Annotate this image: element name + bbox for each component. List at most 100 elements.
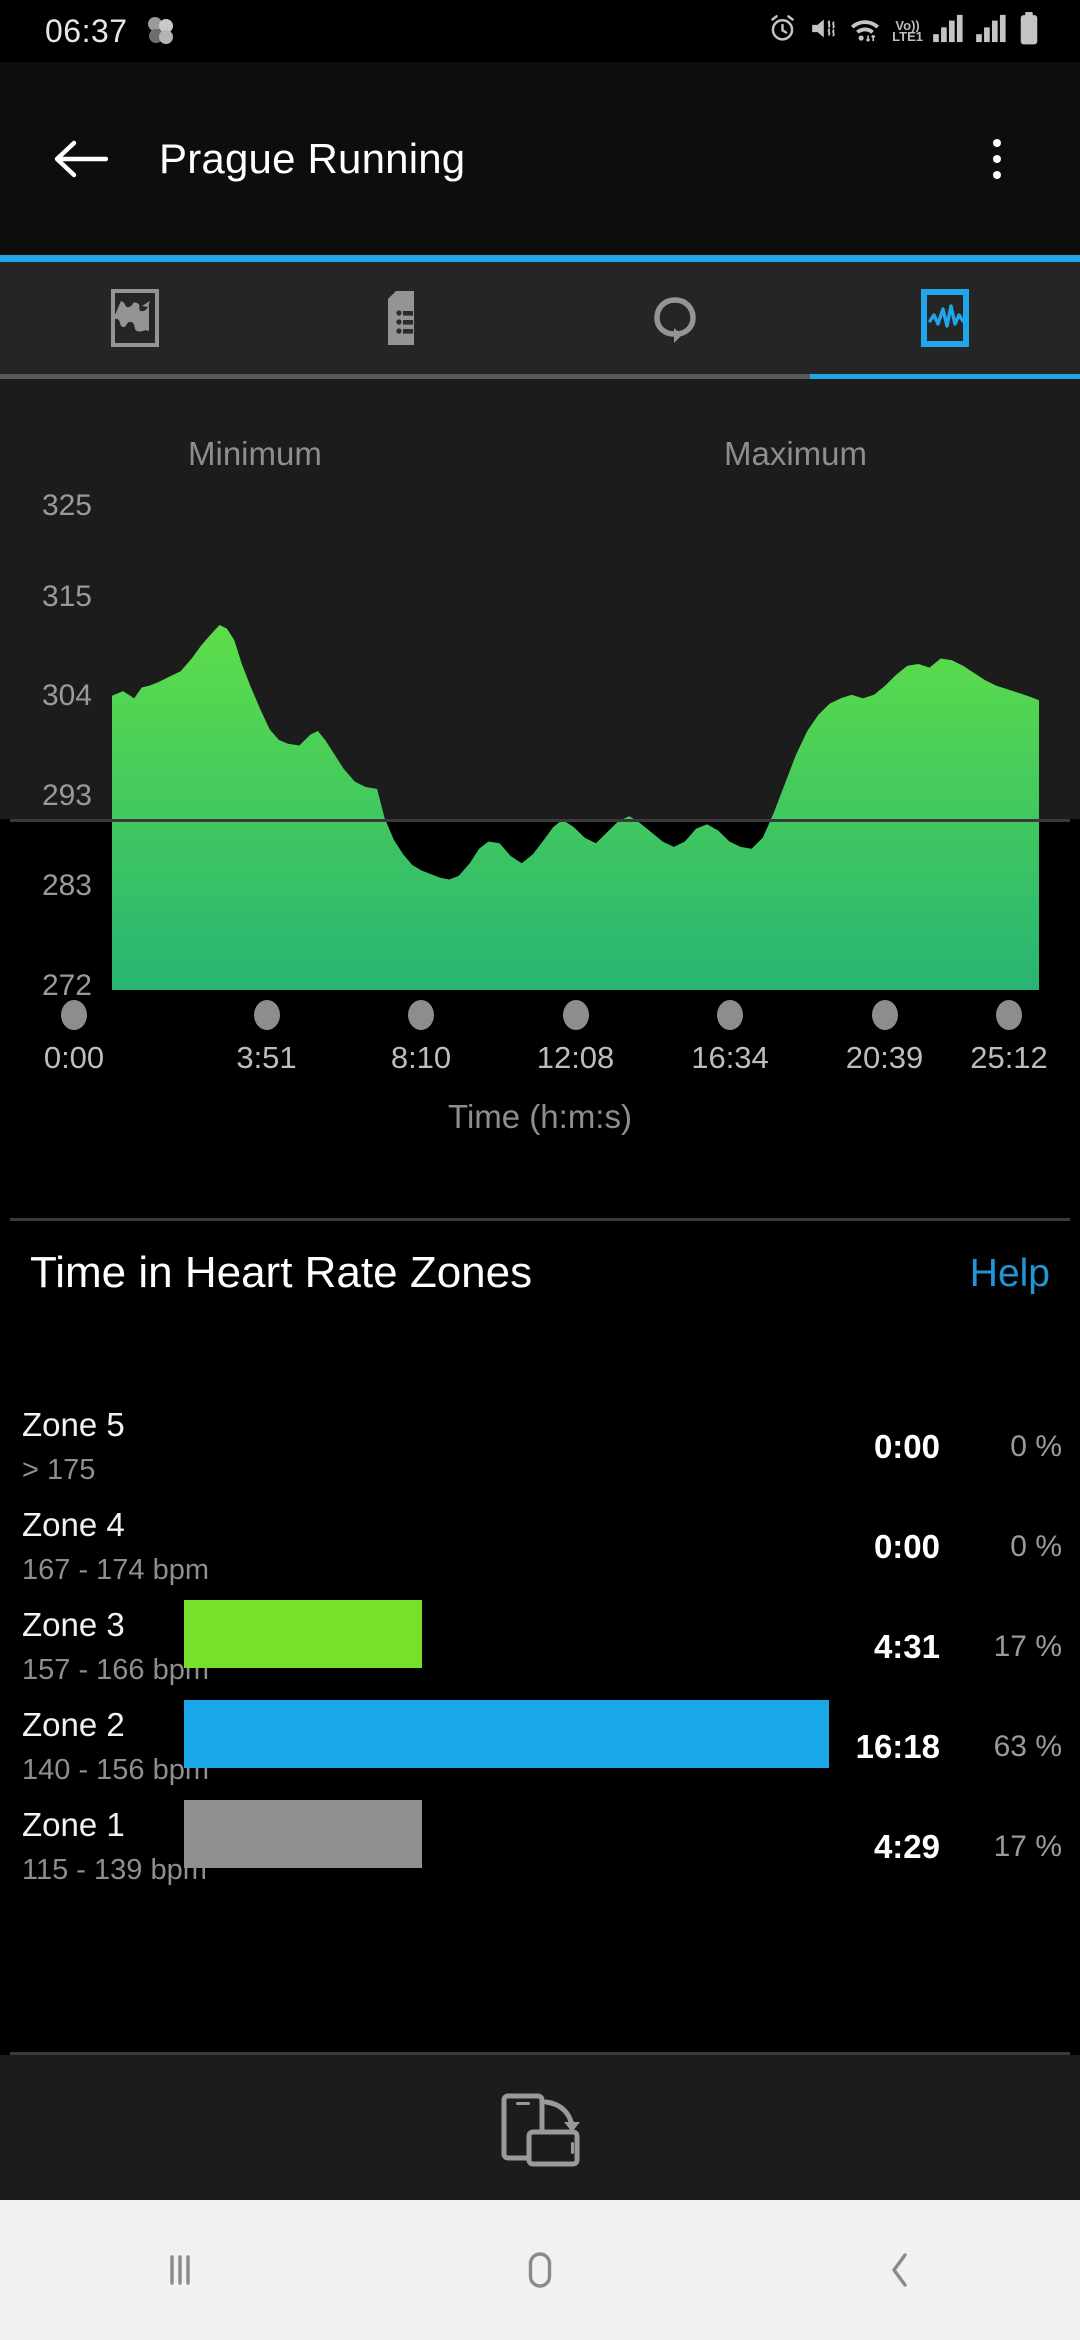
signal-bars-sim2-icon: [975, 13, 1009, 49]
overflow-menu-icon[interactable]: [969, 124, 1025, 194]
x-tick-dot: [253, 1000, 280, 1030]
zone-range: 140 - 156 bpm: [22, 1754, 210, 1786]
zone-bar: [184, 1800, 422, 1868]
document-list-icon: [388, 291, 414, 345]
elevation-area-chart[interactable]: [112, 510, 1039, 990]
zone-row: Zone 5 > 175 0:00 0 %: [0, 1400, 1080, 1500]
zone-range: 167 - 174 bpm: [22, 1554, 210, 1586]
zone-percent: 17 %: [993, 1630, 1062, 1663]
zone-name: Zone 5: [22, 1406, 125, 1443]
volte-bottom-label: LTE1: [892, 29, 923, 44]
nav-back-icon: [892, 2253, 907, 2287]
home-icon: [528, 2252, 552, 2288]
zones-header: Time in Heart Rate Zones Help: [0, 1248, 1080, 1338]
rotate-screen-icon: [501, 2093, 580, 2166]
zone-name: Zone 4: [22, 1506, 125, 1543]
y-tick-label: 325: [41, 489, 92, 522]
x-tick-label: 8:10: [390, 1040, 452, 1075]
signal-bars-sim1-icon: [932, 13, 966, 49]
zone-time: 0:00: [873, 1528, 940, 1565]
zone-name: Zone 2: [22, 1706, 125, 1743]
back-arrow-icon[interactable]: [48, 127, 112, 191]
maximum-label: Maximum: [724, 435, 868, 472]
x-tick-dot: [871, 1000, 898, 1030]
appbar-accent-line: [0, 255, 1080, 262]
tab-map[interactable]: [0, 262, 270, 374]
chart-minmax-header: Minimum Maximum: [0, 435, 1080, 485]
tab-details[interactable]: [270, 262, 540, 374]
x-tick-dot: [408, 1000, 434, 1030]
overflow-dot: [993, 170, 1001, 179]
zone-time: 0:00: [873, 1428, 940, 1465]
tab-graphs[interactable]: [810, 262, 1080, 374]
x-tick-label: 12:08: [536, 1040, 615, 1075]
tab-laps[interactable]: [540, 262, 810, 374]
zone-bar: [184, 1600, 422, 1668]
minimum-label: Minimum: [188, 435, 322, 472]
zone-row: Zone 4 167 - 174 bpm 0:00 0 %: [0, 1500, 1080, 1600]
help-link[interactable]: Help: [970, 1252, 1050, 1296]
page-title: Prague Running: [159, 134, 466, 182]
rotate-screen-bar[interactable]: [0, 2055, 1080, 2200]
y-tick-label: 272: [41, 969, 92, 1002]
overflow-dot: [993, 138, 1001, 147]
status-time: 06:37: [45, 12, 128, 49]
zones-section-top-divider: [10, 1218, 1070, 1221]
x-tick-dot: [61, 1000, 87, 1030]
app-cluster-icon: [142, 13, 178, 49]
zone-name: Zone 1: [22, 1806, 125, 1843]
status-bar: 06:37 Vo)) LTE1: [0, 0, 1080, 62]
zone-range: > 175: [22, 1454, 96, 1486]
wifi-icon: [847, 13, 883, 49]
chart-x-axis-title: Time (h:m:s): [448, 1098, 632, 1135]
chart-x-axis-ticks: [0, 1000, 1080, 1040]
zone-bar: [184, 1700, 829, 1768]
zone-row: Zone 1 115 - 139 bpm 4:29 17 %: [0, 1800, 1080, 1900]
zone-percent: 63 %: [993, 1730, 1062, 1763]
x-tick-dot: [717, 1000, 743, 1030]
x-tick-label: 20:39: [845, 1040, 924, 1075]
home-button[interactable]: [360, 2243, 720, 2297]
y-tick-label: 304: [41, 679, 92, 713]
heart-rate-zone-list: Zone 5 > 175 0:00 0 % Zone 4 167 - 174 bpm 0:0…: [0, 1400, 1080, 1900]
x-tick-dot: [562, 1000, 589, 1030]
zone-percent: 17 %: [993, 1830, 1062, 1863]
status-right-icons: Vo)) LTE1: [767, 12, 1040, 50]
x-tick-label: 16:34: [691, 1040, 769, 1075]
zone-time: 4:31: [873, 1628, 940, 1665]
x-tick-label: 25:12: [970, 1040, 1048, 1075]
x-tick-label: 3:51: [236, 1040, 297, 1075]
zone-range: 115 - 139 bpm: [22, 1854, 207, 1886]
zone-time: 4:29: [873, 1828, 940, 1865]
zones-title: Time in Heart Rate Zones: [30, 1248, 533, 1297]
zone-percent: 0 %: [1010, 1530, 1062, 1563]
chart-x-axis-labels: 0:00 3:51 8:10 12:08 16:34 20:39 25:12: [0, 1040, 1080, 1090]
chart-card-bottom-divider: [10, 819, 1070, 822]
y-tick-label: 315: [41, 579, 92, 613]
volte-indicator: Vo)) LTE1: [892, 19, 923, 44]
zone-row: Zone 2 140 - 156 bpm 16:18 63 %: [0, 1700, 1080, 1800]
battery-icon: [1018, 12, 1040, 50]
graph-chart-icon: [921, 289, 969, 347]
chart-y-axis-labels: 325 315 304 293 283 272: [0, 489, 110, 1002]
vibrate-mute-icon: [807, 13, 838, 49]
y-tick-label: 293: [41, 778, 92, 812]
x-tick-label: 0:00: [43, 1040, 105, 1075]
zone-range: 157 - 166 bpm: [22, 1654, 210, 1686]
recents-button[interactable]: [0, 2243, 360, 2297]
zone-percent: 0 %: [1010, 1430, 1062, 1463]
y-tick-label: 283: [41, 869, 92, 903]
zone-row: Zone 3 157 - 166 bpm 4:31 17 %: [0, 1600, 1080, 1700]
x-tick-dot: [996, 1000, 1022, 1030]
tab-bar: [0, 262, 1080, 374]
map-route-icon: [111, 289, 159, 347]
app-bar: Prague Running: [0, 62, 1080, 255]
system-nav-bar: [0, 2200, 1080, 2340]
zone-name: Zone 3: [22, 1606, 125, 1643]
alarm-icon: [767, 13, 798, 49]
nav-back-button[interactable]: [720, 2243, 1080, 2297]
recents-icon: [170, 2255, 190, 2285]
overflow-dot: [993, 154, 1001, 163]
zone-time: 16:18: [855, 1728, 940, 1765]
loop-repeat-icon: [654, 297, 696, 343]
